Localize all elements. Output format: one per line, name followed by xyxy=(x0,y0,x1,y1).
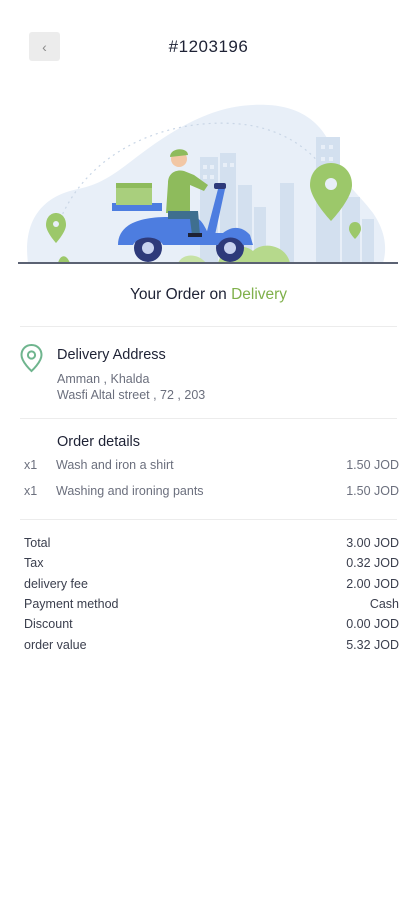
summary-label: Tax xyxy=(24,556,44,570)
summary-label: delivery fee xyxy=(24,577,88,591)
delivery-scooter-illustration xyxy=(18,104,398,264)
order-status-text: Your Order on Delivery xyxy=(0,286,417,304)
item-price: 1.50 JOD xyxy=(346,484,399,498)
summary-row-order-value: order value 5.32 JOD xyxy=(0,638,417,655)
header: ‹ #1203196 xyxy=(0,0,417,95)
divider xyxy=(20,418,397,419)
summary-value: Cash xyxy=(369,597,399,611)
address-line-1: Amman , Khalda xyxy=(57,372,150,386)
order-item-row: x1 Washing and ironing pants 1.50 JOD xyxy=(0,484,417,502)
divider xyxy=(20,519,397,520)
summary-label: Discount xyxy=(24,617,73,631)
summary-row-discount: Discount 0.00 JOD xyxy=(0,617,417,634)
order-status-prefix: Your Order on xyxy=(129,286,232,303)
item-price: 1.50 JOD xyxy=(346,458,399,472)
summary-value: 0.32 JOD xyxy=(346,556,399,570)
summary-value: 3.00 JOD xyxy=(346,536,399,550)
summary-value: 0.00 JOD xyxy=(346,617,399,631)
item-name: Washing and ironing pants xyxy=(56,484,204,498)
summary-row-total: Total 3.00 JOD xyxy=(0,536,417,553)
item-quantity: x1 xyxy=(24,458,38,472)
summary-row-tax: Tax 0.32 JOD xyxy=(0,556,417,573)
location-pin-icon xyxy=(20,343,43,373)
order-details-title: Order details xyxy=(57,434,141,450)
summary-label: Payment method xyxy=(24,597,119,611)
divider xyxy=(20,326,397,327)
item-name: Wash and iron a shirt xyxy=(56,458,174,472)
summary-row-delivery-fee: delivery fee 2.00 JOD xyxy=(0,577,417,594)
summary-label: Total xyxy=(24,536,51,550)
order-item-row: x1 Wash and iron a shirt 1.50 JOD xyxy=(0,458,417,476)
summary-label: order value xyxy=(24,638,87,652)
order-status-state: Delivery xyxy=(231,286,288,303)
summary-row-payment-method: Payment method Cash xyxy=(0,597,417,614)
item-quantity: x1 xyxy=(24,484,38,498)
summary-value: 5.32 JOD xyxy=(346,638,399,652)
address-line-2: Wasfi Altal street , 72 , 203 xyxy=(57,388,206,402)
summary-value: 2.00 JOD xyxy=(346,577,399,591)
delivery-address-title: Delivery Address xyxy=(57,347,166,363)
order-number-title: #1203196 xyxy=(168,37,249,56)
